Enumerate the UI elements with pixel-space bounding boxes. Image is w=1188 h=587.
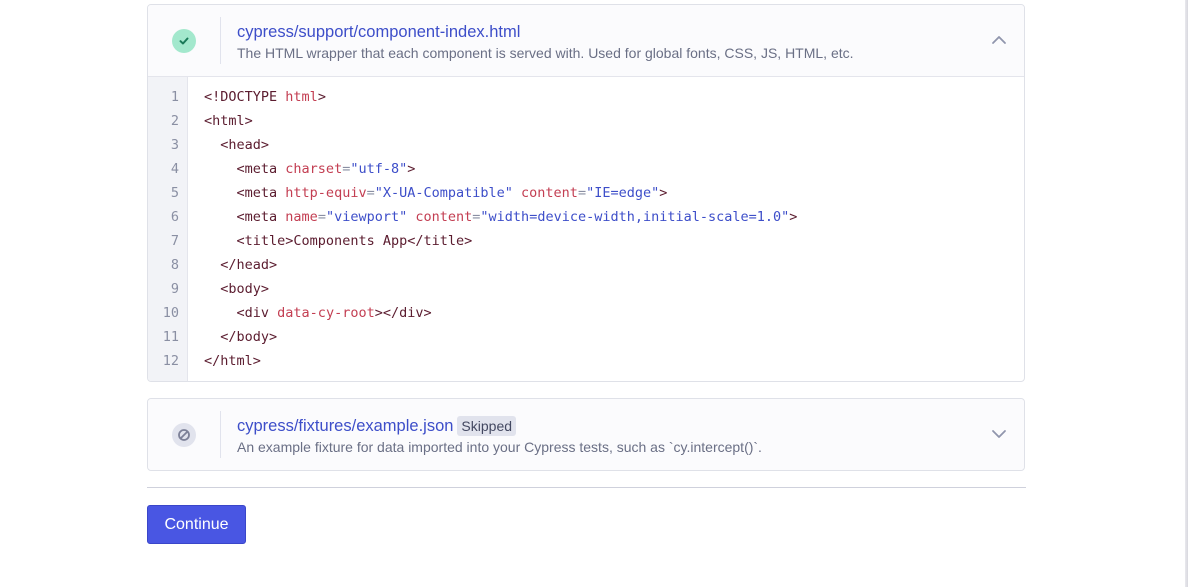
code-line: <div data-cy-root></div> bbox=[236, 305, 432, 321]
code-lines: <!DOCTYPE html> <html> <head> <meta char… bbox=[188, 77, 798, 381]
chevron-down-icon[interactable] bbox=[990, 425, 1008, 443]
file-title-row: cypress/fixtures/example.json Skipped bbox=[237, 415, 517, 437]
code-line: <meta charset="utf-8"> bbox=[236, 161, 416, 177]
skipped-badge: Skipped bbox=[457, 416, 517, 436]
code-line: <title>Components App</title> bbox=[236, 233, 473, 249]
line-number: 4 bbox=[170, 161, 179, 177]
file-title-row: cypress/support/component-index.html bbox=[237, 21, 520, 43]
file-path: cypress/support/component-index.html bbox=[237, 23, 521, 41]
line-number-gutter: 1 2 3 4 5 6 7 8 9 10 11 12 bbox=[148, 77, 188, 381]
code-line: <meta http-equiv="X-UA-Compatible" conte… bbox=[236, 185, 668, 201]
file-card-component-index: cypress/support/component-index.html The… bbox=[147, 4, 1025, 382]
line-number: 11 bbox=[162, 329, 179, 345]
code-line: <body> bbox=[220, 281, 270, 297]
file-card-header[interactable]: cypress/fixtures/example.json Skipped An… bbox=[148, 399, 1024, 470]
line-number: 5 bbox=[170, 185, 179, 201]
line-number: 9 bbox=[170, 281, 179, 297]
header-divider bbox=[220, 411, 221, 458]
header-divider bbox=[220, 17, 221, 64]
line-number: 1 bbox=[170, 89, 179, 105]
code-line: <!DOCTYPE html> bbox=[204, 89, 326, 105]
file-card-example-json: cypress/fixtures/example.json Skipped An… bbox=[147, 398, 1025, 471]
line-number: 3 bbox=[170, 137, 179, 153]
code-line: <head> bbox=[220, 137, 270, 153]
line-number: 10 bbox=[162, 305, 179, 321]
check-icon bbox=[172, 29, 196, 53]
section-divider bbox=[147, 487, 1026, 488]
line-number: 12 bbox=[162, 353, 179, 369]
code-line: <html> bbox=[204, 113, 253, 129]
file-description: The HTML wrapper that each component is … bbox=[237, 45, 854, 61]
line-number: 7 bbox=[170, 233, 179, 249]
file-card-header[interactable]: cypress/support/component-index.html The… bbox=[148, 5, 1024, 77]
code-line: </html> bbox=[204, 353, 261, 369]
file-description: An example fixture for data imported int… bbox=[237, 439, 762, 455]
prohibited-icon bbox=[172, 423, 196, 447]
code-preview: 1 2 3 4 5 6 7 8 9 10 11 12 <!DOCTYPE htm… bbox=[148, 77, 1024, 381]
line-number: 2 bbox=[170, 113, 179, 129]
code-line: <meta name="viewport" content="width=dev… bbox=[236, 209, 798, 225]
continue-button[interactable]: Continue bbox=[147, 505, 246, 544]
line-number: 6 bbox=[170, 209, 179, 225]
code-line: </head> bbox=[220, 257, 278, 273]
chevron-up-icon[interactable] bbox=[990, 31, 1008, 49]
file-path: cypress/fixtures/example.json bbox=[237, 417, 454, 435]
code-line: </body> bbox=[220, 329, 278, 345]
line-number: 8 bbox=[170, 257, 179, 273]
